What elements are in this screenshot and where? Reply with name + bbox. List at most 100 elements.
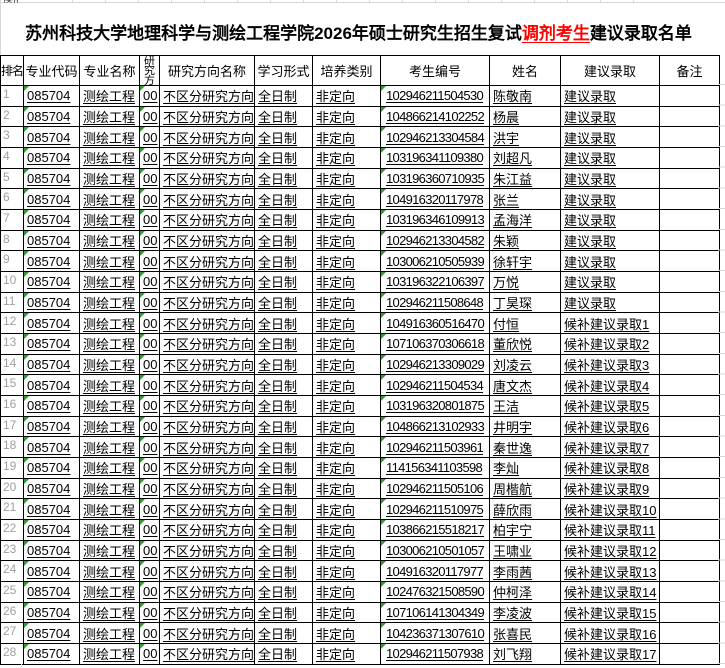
name-cell[interactable]: 孟海洋 xyxy=(490,210,561,231)
category-cell[interactable]: 非定向 xyxy=(313,437,381,458)
candidate_no-cell[interactable]: 102946211505106 xyxy=(381,478,490,499)
recommendation-cell[interactable]: 建议录取 xyxy=(561,86,660,107)
category-cell[interactable]: 非定向 xyxy=(313,334,381,355)
recommendation-cell[interactable]: 候补建议录取13 xyxy=(561,561,660,582)
rank-cell[interactable]: 8 xyxy=(1,230,24,251)
rank-cell[interactable]: 14 xyxy=(1,354,24,375)
rank-cell[interactable]: 25 xyxy=(1,582,24,603)
dir_code-cell[interactable]: 00 xyxy=(140,561,160,582)
study_form-cell[interactable]: 全日制 xyxy=(255,396,313,417)
name-cell[interactable]: 唐文杰 xyxy=(490,375,561,396)
study_form-cell[interactable]: 全日制 xyxy=(255,478,313,499)
code-cell[interactable]: 085704 xyxy=(24,437,80,458)
dir_name-cell[interactable]: 不区分研究方向 xyxy=(160,86,255,107)
header-name[interactable]: 姓名 xyxy=(490,56,561,86)
major-cell[interactable]: 测绘工程 xyxy=(80,478,140,499)
dir_name-cell[interactable]: 不区分研究方向 xyxy=(160,437,255,458)
header-study-form[interactable]: 学习形式 xyxy=(255,56,313,86)
dir_name-cell[interactable]: 不区分研究方向 xyxy=(160,602,255,623)
candidate_no-cell[interactable]: 102946211504530 xyxy=(381,86,490,107)
name-cell[interactable]: 张喜民 xyxy=(490,623,561,644)
dir_name-cell[interactable]: 不区分研究方向 xyxy=(160,478,255,499)
study_form-cell[interactable]: 全日制 xyxy=(255,623,313,644)
name-cell[interactable]: 朱江益 xyxy=(490,168,561,189)
recommendation-cell[interactable]: 候补建议录取12 xyxy=(561,540,660,561)
recommendation-cell[interactable]: 候补建议录取15 xyxy=(561,602,660,623)
code-cell[interactable]: 085704 xyxy=(24,292,80,313)
code-cell[interactable]: 085704 xyxy=(24,168,80,189)
major-cell[interactable]: 测绘工程 xyxy=(80,148,140,169)
code-cell[interactable]: 085704 xyxy=(24,251,80,272)
header-major-code[interactable]: 专业代码 xyxy=(24,56,80,86)
name-cell[interactable]: 王洁 xyxy=(490,396,561,417)
recommendation-cell[interactable]: 候补建议录取11 xyxy=(561,520,660,541)
dir_code-cell[interactable]: 00 xyxy=(140,520,160,541)
major-cell[interactable]: 测绘工程 xyxy=(80,210,140,231)
major-cell[interactable]: 测绘工程 xyxy=(80,644,140,665)
category-cell[interactable]: 非定向 xyxy=(313,396,381,417)
rank-cell[interactable]: 21 xyxy=(1,499,24,520)
dir_code-cell[interactable]: 00 xyxy=(140,602,160,623)
category-cell[interactable]: 非定向 xyxy=(313,644,381,665)
rank-cell[interactable]: 19 xyxy=(1,458,24,479)
recommendation-cell[interactable]: 建议录取 xyxy=(561,292,660,313)
candidate_no-cell[interactable]: 103866215518217 xyxy=(381,520,490,541)
code-cell[interactable]: 085704 xyxy=(24,354,80,375)
category-cell[interactable]: 非定向 xyxy=(313,561,381,582)
rank-cell[interactable]: 23 xyxy=(1,540,24,561)
study_form-cell[interactable]: 全日制 xyxy=(255,189,313,210)
dir_code-cell[interactable]: 00 xyxy=(140,168,160,189)
dir_code-cell[interactable]: 00 xyxy=(140,230,160,251)
major-cell[interactable]: 测绘工程 xyxy=(80,86,140,107)
dir_code-cell[interactable]: 00 xyxy=(140,210,160,231)
major-cell[interactable]: 测绘工程 xyxy=(80,251,140,272)
code-cell[interactable]: 085704 xyxy=(24,106,80,127)
remark-cell[interactable] xyxy=(660,458,720,479)
rank-cell[interactable]: 5 xyxy=(1,168,24,189)
candidate_no-cell[interactable]: 103196346109913 xyxy=(381,210,490,231)
study_form-cell[interactable]: 全日制 xyxy=(255,354,313,375)
major-cell[interactable]: 测绘工程 xyxy=(80,416,140,437)
header-research-direction-name[interactable]: 研究方向名称 xyxy=(160,56,255,86)
study_form-cell[interactable]: 全日制 xyxy=(255,437,313,458)
major-cell[interactable]: 测绘工程 xyxy=(80,499,140,520)
code-cell[interactable]: 085704 xyxy=(24,313,80,334)
remark-cell[interactable] xyxy=(660,272,720,293)
remark-cell[interactable] xyxy=(660,334,720,355)
candidate_no-cell[interactable]: 102946211508648 xyxy=(381,292,490,313)
code-cell[interactable]: 085704 xyxy=(24,210,80,231)
name-cell[interactable]: 李灿 xyxy=(490,458,561,479)
remark-cell[interactable] xyxy=(660,127,720,148)
major-cell[interactable]: 测绘工程 xyxy=(80,292,140,313)
dir_code-cell[interactable]: 00 xyxy=(140,644,160,665)
remark-cell[interactable] xyxy=(660,478,720,499)
rank-cell[interactable]: 2 xyxy=(1,106,24,127)
dir_code-cell[interactable]: 00 xyxy=(140,416,160,437)
candidate_no-cell[interactable]: 104866213102933 xyxy=(381,416,490,437)
header-training-category[interactable]: 培养类别 xyxy=(313,56,381,86)
dir_code-cell[interactable]: 00 xyxy=(140,334,160,355)
dir_name-cell[interactable]: 不区分研究方向 xyxy=(160,127,255,148)
recommendation-cell[interactable]: 候补建议录取9 xyxy=(561,478,660,499)
dir_code-cell[interactable]: 00 xyxy=(140,189,160,210)
dir_name-cell[interactable]: 不区分研究方向 xyxy=(160,644,255,665)
code-cell[interactable]: 085704 xyxy=(24,458,80,479)
study_form-cell[interactable]: 全日制 xyxy=(255,251,313,272)
remark-cell[interactable] xyxy=(660,437,720,458)
remark-cell[interactable] xyxy=(660,644,720,665)
remark-cell[interactable] xyxy=(660,292,720,313)
dir_code-cell[interactable]: 00 xyxy=(140,272,160,293)
rank-cell[interactable]: 24 xyxy=(1,561,24,582)
code-cell[interactable]: 085704 xyxy=(24,520,80,541)
study_form-cell[interactable]: 全日制 xyxy=(255,334,313,355)
candidate_no-cell[interactable]: 103196322106397 xyxy=(381,272,490,293)
code-cell[interactable]: 085704 xyxy=(24,189,80,210)
dir_name-cell[interactable]: 不区分研究方向 xyxy=(160,292,255,313)
major-cell[interactable]: 测绘工程 xyxy=(80,230,140,251)
name-cell[interactable]: 杨晨 xyxy=(490,106,561,127)
category-cell[interactable]: 非定向 xyxy=(313,127,381,148)
code-cell[interactable]: 085704 xyxy=(24,148,80,169)
name-cell[interactable]: 王啸业 xyxy=(490,540,561,561)
study_form-cell[interactable]: 全日制 xyxy=(255,127,313,148)
dir_name-cell[interactable]: 不区分研究方向 xyxy=(160,210,255,231)
